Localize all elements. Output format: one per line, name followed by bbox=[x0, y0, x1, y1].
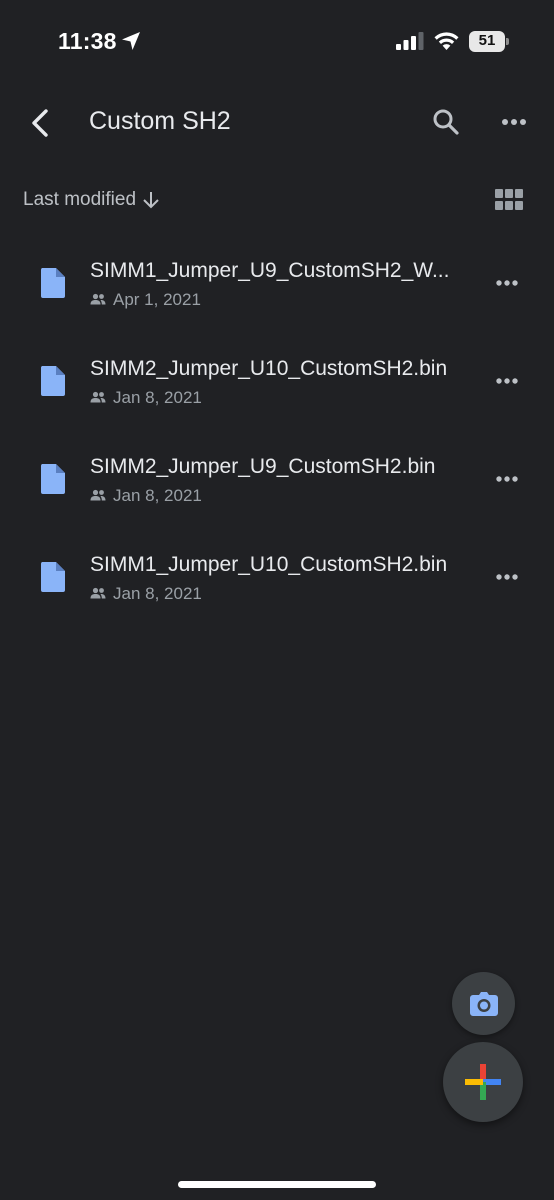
home-indicator[interactable] bbox=[178, 1181, 376, 1188]
file-name: SIMM2_Jumper_U9_CustomSH2.bin bbox=[90, 455, 436, 478]
camera-scan-button[interactable] bbox=[452, 972, 515, 1035]
grid-view-icon[interactable] bbox=[494, 188, 524, 212]
arrow-down-icon bbox=[143, 192, 159, 209]
page-title: Custom SH2 bbox=[89, 107, 231, 135]
back-button[interactable] bbox=[22, 104, 58, 142]
document-icon bbox=[40, 464, 65, 494]
battery-level: 51 bbox=[478, 32, 496, 49]
more-horizontal-icon bbox=[496, 378, 518, 384]
shared-people-icon bbox=[90, 489, 106, 501]
back-arrow-icon bbox=[32, 109, 48, 137]
document-icon bbox=[40, 268, 65, 298]
more-horizontal-icon bbox=[502, 119, 526, 125]
more-horizontal-icon bbox=[496, 280, 518, 286]
file-date: Jan 8, 2021 bbox=[113, 388, 202, 407]
shared-people-icon bbox=[90, 293, 106, 305]
shared-people-icon bbox=[90, 587, 106, 599]
file-date: Jan 8, 2021 bbox=[113, 584, 202, 603]
new-item-button[interactable] bbox=[443, 1042, 523, 1122]
file-list: SIMM1_Jumper_U9_CustomSH2_W... Apr 1, 20… bbox=[0, 232, 554, 624]
wifi-icon bbox=[434, 32, 459, 50]
search-icon bbox=[433, 109, 459, 135]
file-more-button[interactable] bbox=[490, 466, 524, 492]
camera-icon bbox=[469, 991, 498, 1016]
file-date: Jan 8, 2021 bbox=[113, 486, 202, 505]
file-more-button[interactable] bbox=[490, 368, 524, 394]
more-horizontal-icon bbox=[496, 574, 518, 580]
file-more-button[interactable] bbox=[490, 270, 524, 296]
document-icon bbox=[40, 562, 65, 592]
file-row[interactable]: SIMM1_Jumper_U9_CustomSH2_W... Apr 1, 20… bbox=[0, 232, 554, 330]
file-row[interactable]: SIMM1_Jumper_U10_CustomSH2.bin Jan 8, 20… bbox=[0, 526, 554, 624]
file-more-button[interactable] bbox=[490, 564, 524, 590]
file-name: SIMM1_Jumper_U10_CustomSH2.bin bbox=[90, 553, 448, 576]
file-row[interactable]: SIMM2_Jumper_U10_CustomSH2.bin Jan 8, 20… bbox=[0, 330, 554, 428]
file-name: SIMM2_Jumper_U10_CustomSH2.bin bbox=[90, 357, 448, 380]
cellular-signal-icon bbox=[396, 32, 424, 50]
sort-label: Last modified bbox=[23, 189, 137, 210]
file-name: SIMM1_Jumper_U9_CustomSH2_W... bbox=[90, 259, 450, 282]
shared-people-icon bbox=[90, 391, 106, 403]
status-time: 11:38 bbox=[58, 28, 117, 54]
file-date: Apr 1, 2021 bbox=[113, 290, 201, 309]
battery-icon: 51 bbox=[469, 31, 509, 52]
plus-icon bbox=[465, 1064, 501, 1100]
document-icon bbox=[40, 366, 65, 396]
file-row[interactable]: SIMM2_Jumper_U9_CustomSH2.bin Jan 8, 202… bbox=[0, 428, 554, 526]
more-options-button[interactable] bbox=[496, 106, 532, 138]
search-button[interactable] bbox=[427, 103, 465, 141]
sort-control[interactable]: Last modified bbox=[23, 187, 160, 213]
drive-folder-screen: 11:38 51 Custom SH2 Last modified SIMM1_… bbox=[0, 0, 554, 1200]
status-bar: 11:38 51 bbox=[0, 0, 554, 84]
location-arrow-icon bbox=[122, 32, 140, 50]
more-horizontal-icon bbox=[496, 476, 518, 482]
